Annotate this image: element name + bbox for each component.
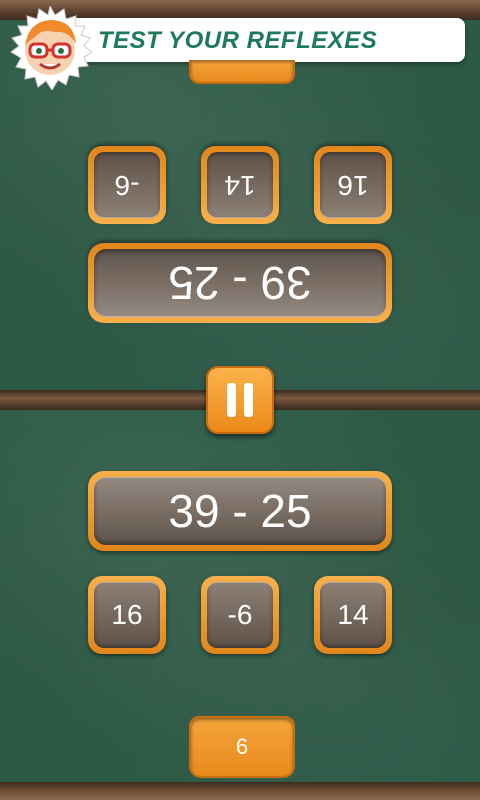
bottom-question-text: 39 - 25 <box>94 477 386 545</box>
pause-icon-bar <box>244 383 253 417</box>
top-player-score-tab <box>189 60 295 84</box>
top-answer-label-2: 14 <box>207 152 273 218</box>
top-answer-button-3[interactable]: -6 <box>88 146 166 224</box>
title-banner: TEST YOUR REFLEXES <box>40 18 465 62</box>
bottom-question-panel: 39 - 25 <box>88 471 392 551</box>
bottom-answer-button-2[interactable]: -6 <box>201 576 279 654</box>
pause-button[interactable] <box>206 366 274 434</box>
board-frame-bottom <box>0 782 480 800</box>
bottom-answer-label-2: -6 <box>207 582 273 648</box>
pause-icon <box>227 383 236 417</box>
top-question-panel: 39 - 25 <box>88 243 392 323</box>
bottom-answer-button-3[interactable]: 14 <box>314 576 392 654</box>
page-title: TEST YOUR REFLEXES <box>98 27 378 54</box>
bottom-player-score: 6 <box>235 734 249 759</box>
bottom-answer-label-3: 14 <box>320 582 386 648</box>
bottom-answer-button-1[interactable]: 16 <box>88 576 166 654</box>
top-answer-label-1: 16 <box>320 152 386 218</box>
bottom-answer-label-1: 16 <box>94 582 160 648</box>
top-answer-label-3: -6 <box>94 152 160 218</box>
top-answer-button-1[interactable]: 16 <box>314 146 392 224</box>
bottom-player-score-tab: 6 <box>189 716 295 778</box>
top-answer-button-2[interactable]: 14 <box>201 146 279 224</box>
top-question-text: 39 - 25 <box>94 249 386 317</box>
mascot-avatar <box>8 4 93 91</box>
